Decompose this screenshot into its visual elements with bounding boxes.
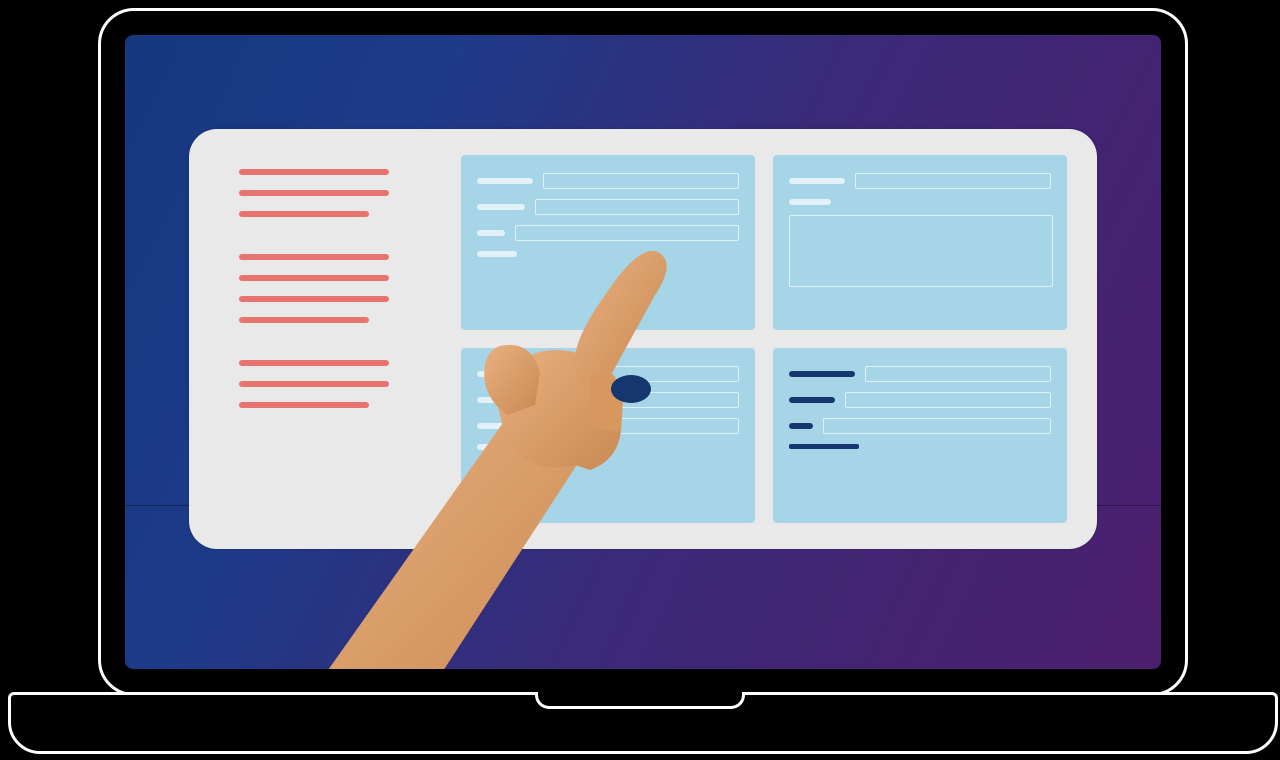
text-field[interactable] (855, 173, 1051, 189)
sidebar-item[interactable] (239, 381, 389, 387)
touch-target-icon (611, 375, 651, 403)
field-label (789, 371, 855, 377)
text-field[interactable] (823, 418, 1051, 434)
sidebar-item[interactable] (239, 275, 389, 281)
field-label (477, 444, 517, 450)
text-field[interactable] (515, 418, 739, 434)
field-label (477, 178, 533, 184)
card-divider (789, 444, 859, 449)
field-label (789, 397, 835, 403)
sidebar-item[interactable] (239, 317, 369, 323)
text-field[interactable] (543, 173, 739, 189)
field-label (789, 423, 813, 429)
sidebar-item[interactable] (239, 360, 389, 366)
sidebar-item[interactable] (239, 211, 369, 217)
sidebar-item[interactable] (239, 169, 389, 175)
form-card[interactable] (461, 348, 755, 523)
form-card[interactable] (773, 155, 1067, 330)
textarea-field[interactable] (789, 215, 1053, 287)
sidebar-item[interactable] (239, 296, 389, 302)
field-label (477, 251, 517, 257)
sidebar-item[interactable] (239, 190, 389, 196)
field-label (789, 199, 831, 205)
field-label (477, 230, 505, 236)
field-label (789, 178, 845, 184)
sidebar-menu[interactable] (239, 169, 409, 423)
field-label (477, 371, 533, 377)
laptop-display (125, 35, 1161, 669)
text-field[interactable] (535, 199, 739, 215)
form-card[interactable] (461, 155, 755, 330)
field-label (477, 423, 505, 429)
card-grid (461, 155, 1067, 523)
app-window (189, 129, 1097, 549)
laptop-trackpad-notch (535, 692, 745, 709)
form-card[interactable] (773, 348, 1067, 523)
text-field[interactable] (865, 366, 1051, 382)
illustration-stage (0, 0, 1280, 760)
text-field[interactable] (515, 225, 739, 241)
field-label (477, 397, 525, 403)
text-field[interactable] (845, 392, 1051, 408)
sidebar-item[interactable] (239, 402, 369, 408)
field-label (477, 204, 525, 210)
sidebar-item[interactable] (239, 254, 389, 260)
laptop-bezel (98, 8, 1188, 696)
